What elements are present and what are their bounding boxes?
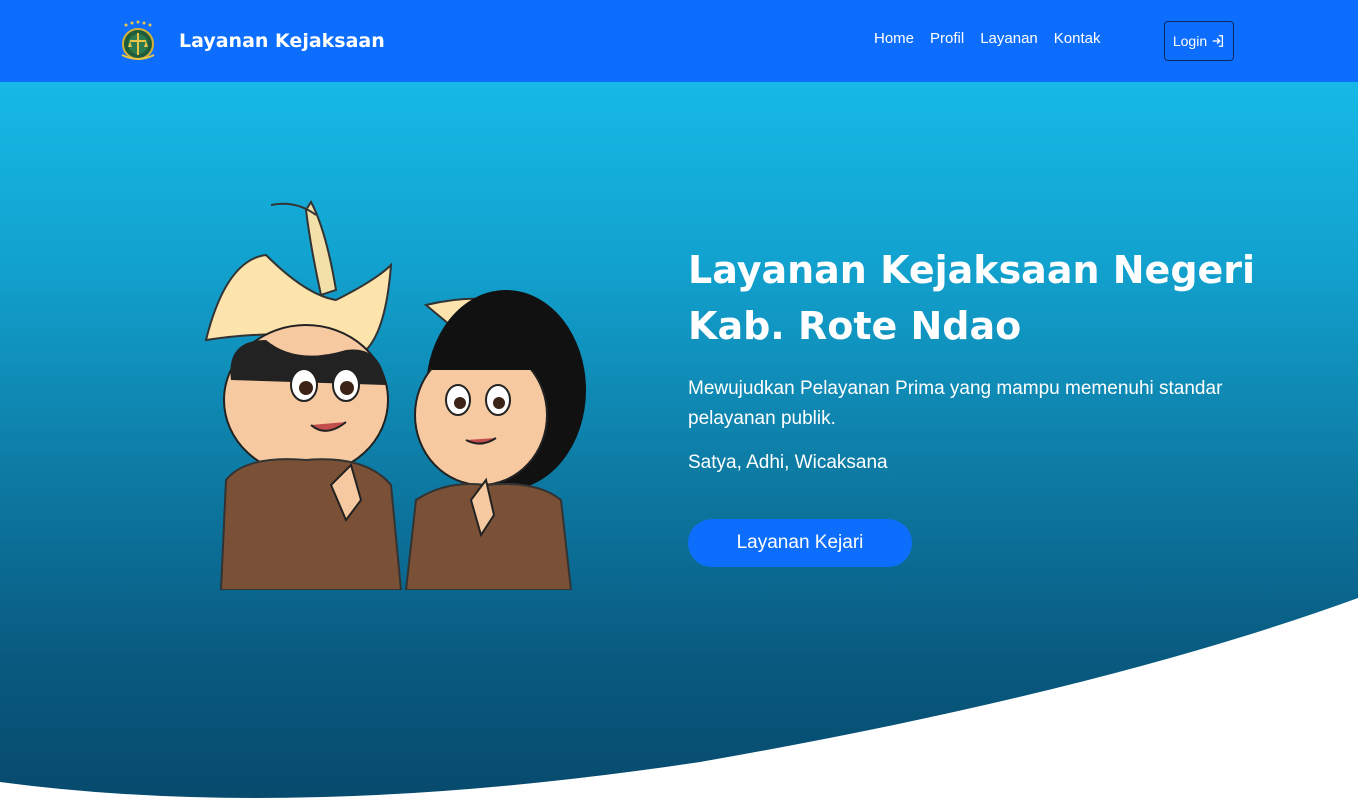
hero-title: Layanan Kejaksaan Negeri Kab. Rote Ndao <box>688 248 1256 348</box>
nav-link-profil[interactable]: Profil <box>930 30 964 47</box>
nav-link-home[interactable]: Home <box>874 30 914 47</box>
layanan-kejari-button[interactable]: Layanan Kejari <box>688 519 912 567</box>
nav-link-layanan[interactable]: Layanan <box>980 30 1038 47</box>
sign-in-icon <box>1212 35 1224 47</box>
hero-motto: Satya, Adhi, Wicaksana <box>688 452 888 473</box>
nav-link-kontak[interactable]: Kontak <box>1054 30 1101 47</box>
hero-section: Layanan Kejaksaan Negeri Kab. Rote Ndao … <box>0 82 1358 802</box>
navbar: Layanan Kejaksaan Home Profil Layanan Ko… <box>0 0 1358 82</box>
kejaksaan-emblem-icon <box>121 20 155 60</box>
login-button[interactable]: Login <box>1164 21 1234 61</box>
brand-name: Layanan Kejaksaan <box>179 30 385 52</box>
hero-description: Mewujudkan Pelayanan Prima yang mampu me… <box>688 378 1223 429</box>
mascot-couple-illustration <box>204 200 586 590</box>
brand[interactable]: Layanan Kejaksaan <box>116 18 385 64</box>
nav-menu: Home Profil Layanan Kontak <box>874 30 1100 47</box>
login-label: Login <box>1172 33 1208 49</box>
